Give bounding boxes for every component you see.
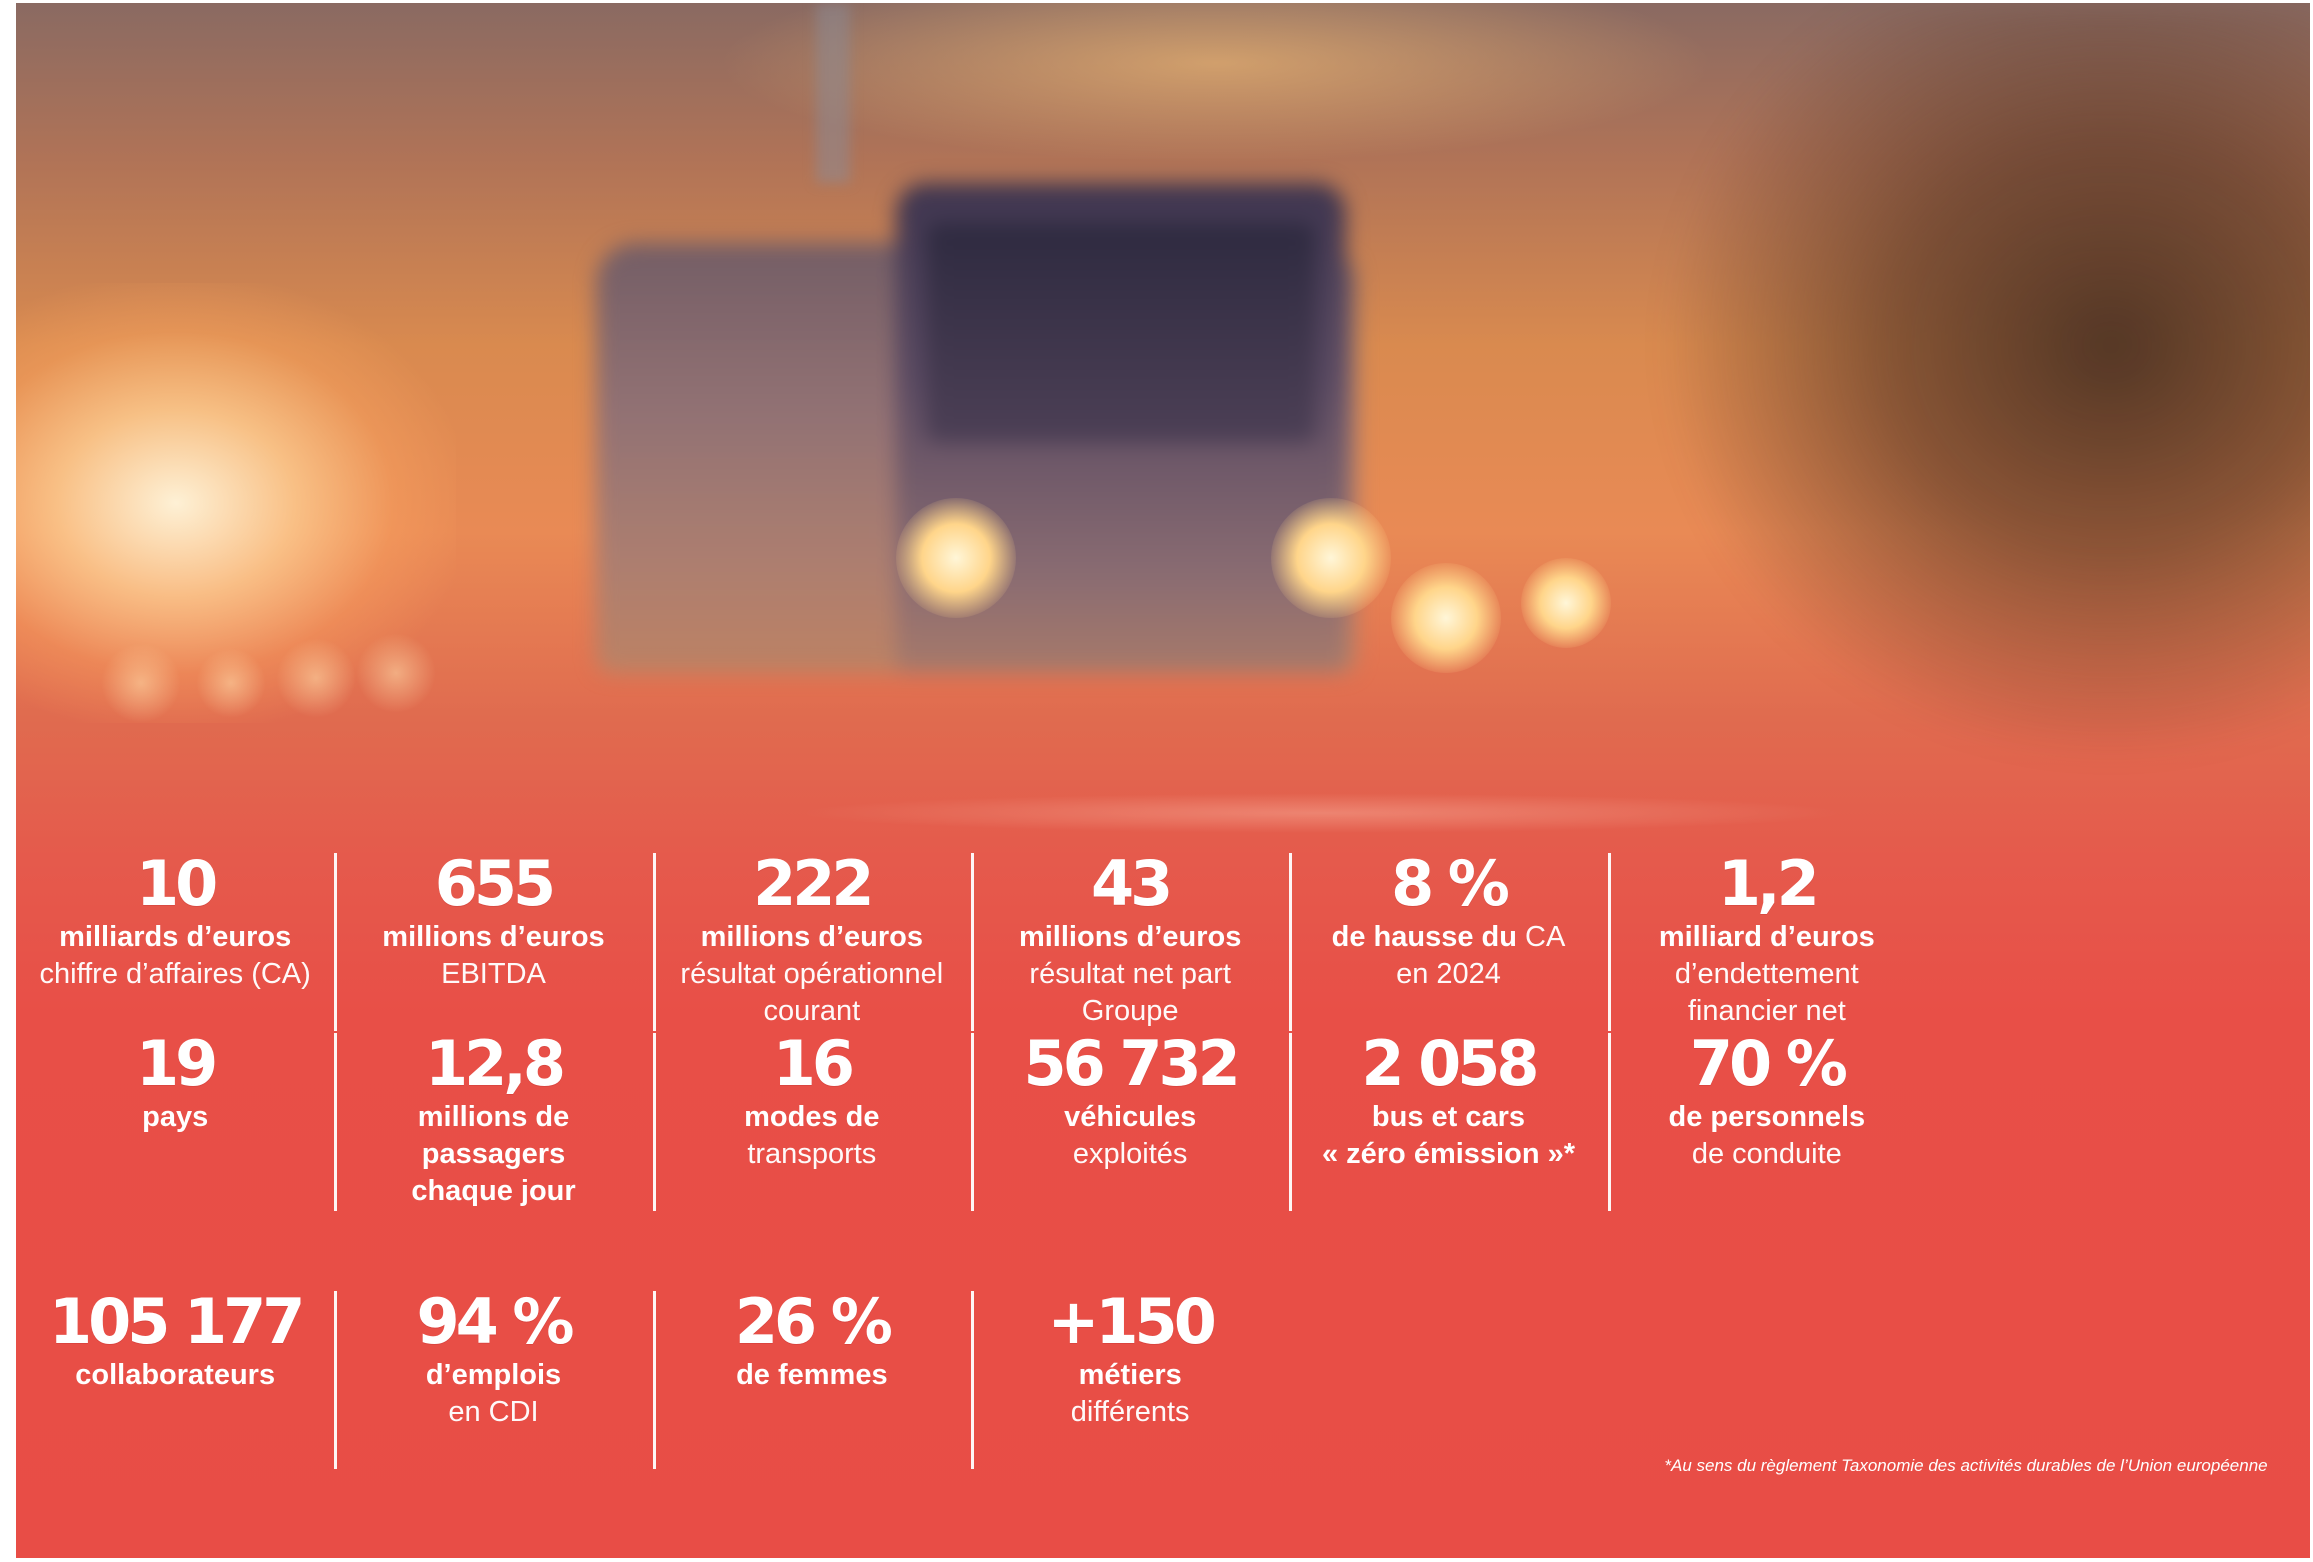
blurred-bus	[596, 183, 1356, 703]
stat-label-bold: d’emplois	[425, 1359, 562, 1391]
stat-label: résultat net part	[1029, 958, 1231, 990]
stat-value: 70 %	[1689, 1027, 1848, 1100]
stat-value: 10	[136, 847, 218, 920]
bokeh-light	[196, 648, 266, 718]
bus-headlight-right	[1271, 498, 1391, 618]
stat-revenue-growth: 8 % de hausse du CA en 2024	[1289, 845, 1607, 1031]
stat-label-mixed: de hausse du CA	[1289, 919, 1607, 956]
stat-label-bold: collaborateurs	[75, 1359, 276, 1391]
stat-net-income: 43 millions d’euros résultat net part Gr…	[971, 845, 1289, 1031]
footnote: *Au sens du règlement Taxonomie des acti…	[1664, 1456, 2268, 1475]
stat-professions: +150 métiers différents	[971, 1283, 1289, 1551]
stat-value: 2 058	[1361, 1027, 1539, 1100]
car-light-2	[1521, 558, 1611, 648]
stat-operating-income: 222 millions d’euros résultat opérationn…	[652, 845, 971, 1031]
stat-label-bold: millions d’euros	[700, 921, 924, 953]
stat-label-bold: de personnels	[1668, 1101, 1866, 1133]
stat-label: CA	[1516, 921, 1566, 953]
sky-cloud	[716, 3, 1716, 163]
stat-label-bold: millions de	[417, 1101, 570, 1133]
stat-label: exploités	[1072, 1138, 1188, 1170]
stat-countries: 19 pays	[16, 1025, 334, 1283]
stat-label-bold: métiers	[1078, 1359, 1182, 1391]
key-figures: 10 milliards d’euros chiffre d’affaires …	[16, 845, 2310, 1555]
stat-label: EBITDA	[441, 958, 546, 990]
stat-label-bold: « zéro émission »*	[1321, 1138, 1576, 1170]
stat-net-debt: 1,2 milliard d’euros d’endettement finan…	[1607, 845, 1926, 1031]
bokeh-light	[101, 643, 181, 723]
stat-label-bold: millions d’euros	[382, 921, 605, 953]
bokeh-light	[356, 633, 436, 713]
stat-label: différents	[1070, 1396, 1190, 1428]
stat-revenue: 10 milliards d’euros chiffre d’affaires …	[16, 845, 334, 1025]
stat-label-bold: bus et cars	[1371, 1101, 1526, 1133]
stat-label-bold: milliards d’euros	[59, 921, 292, 953]
stat-daily-passengers: 12,8 millions de passagers chaque jour	[334, 1025, 652, 1283]
stat-label-bold: véhicules	[1064, 1101, 1197, 1133]
key-figures-grid: 10 milliards d’euros chiffre d’affaires …	[16, 845, 1926, 1551]
stat-value: 105 177	[48, 1285, 305, 1358]
blurred-pole	[816, 3, 850, 183]
stat-label-bold: chaque jour	[411, 1175, 576, 1207]
stat-label: chiffre d’affaires (CA)	[39, 958, 311, 990]
stat-value: 43	[1091, 847, 1173, 920]
stat-label: résultat opérationnel	[680, 958, 944, 990]
stat-label: de conduite	[1691, 1138, 1842, 1170]
stat-value: 16	[772, 1027, 855, 1100]
stat-label-bold: passagers	[421, 1138, 566, 1170]
stat-label: d’endettement	[1674, 958, 1859, 990]
stat-label: transports	[747, 1138, 877, 1170]
stat-label: en CDI	[448, 1396, 539, 1428]
stat-label-bold: de femmes	[736, 1359, 888, 1391]
stat-value: 1,2	[1717, 847, 1820, 920]
stat-value: 94 %	[416, 1285, 574, 1358]
stat-value: 655	[434, 847, 556, 920]
stat-employees: 105 177 collaborateurs	[16, 1283, 334, 1551]
blurred-trees	[1656, 3, 2310, 763]
stat-label: en 2024	[1396, 958, 1501, 990]
bokeh-light	[276, 638, 356, 718]
stat-value: 56 732	[1023, 1027, 1241, 1100]
stat-value: 26 %	[734, 1285, 893, 1358]
stat-label-bold: modes de	[744, 1101, 880, 1133]
stat-value: 19	[136, 1027, 218, 1100]
stat-vehicles: 56 732 véhicules exploités	[971, 1025, 1289, 1283]
stat-women: 26 % de femmes	[652, 1283, 971, 1551]
stat-label-bold: millions d’euros	[1018, 921, 1242, 953]
stat-label-bold: pays	[142, 1101, 209, 1133]
bus-headlight-left	[896, 498, 1016, 618]
stat-label-bold: milliard d’euros	[1658, 921, 1875, 953]
road-reflection	[796, 793, 1846, 833]
stat-value: 222	[753, 847, 874, 920]
stat-value: +150	[1047, 1285, 1216, 1358]
stat-value: 12,8	[425, 1027, 566, 1100]
stat-zero-emission-buses: 2 058 bus et cars « zéro émission »*	[1289, 1025, 1607, 1283]
stat-value: 8 %	[1391, 847, 1510, 920]
stat-driving-staff: 70 % de personnels de conduite	[1607, 1025, 1926, 1283]
stat-transport-modes: 16 modes de transports	[652, 1025, 971, 1283]
stat-permanent-contracts: 94 % d’emplois en CDI	[334, 1283, 652, 1551]
car-light-1	[1391, 563, 1501, 673]
stat-ebitda: 655 millions d’euros EBITDA	[334, 845, 652, 1031]
stat-label-bold: de hausse du	[1331, 921, 1517, 953]
